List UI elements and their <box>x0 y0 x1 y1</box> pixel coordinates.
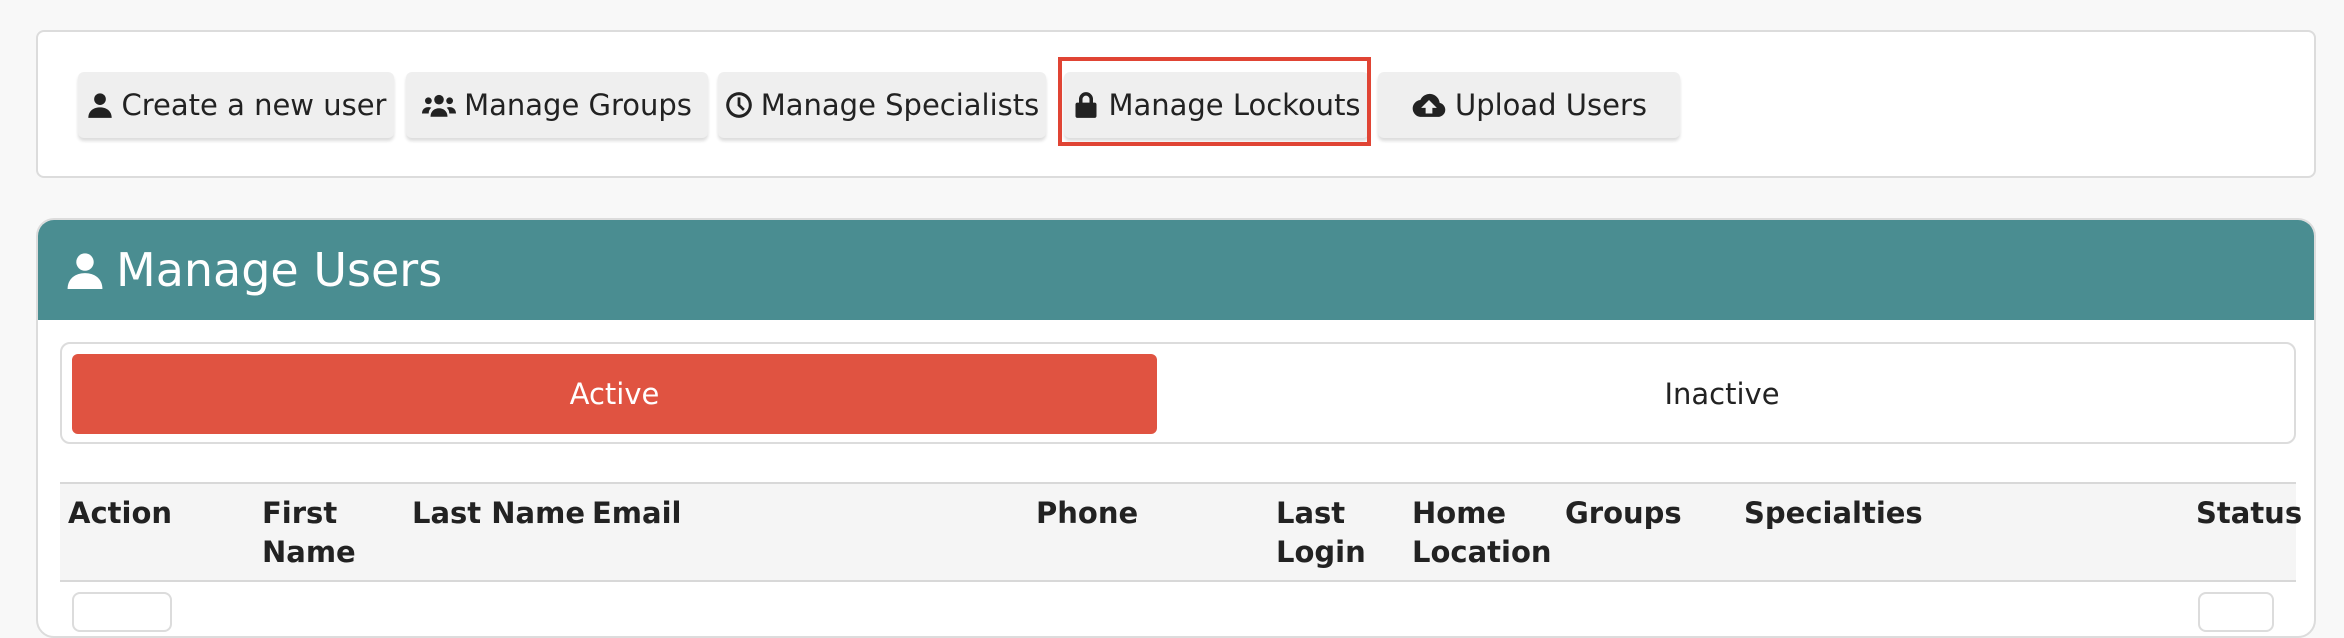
manage-specialists-button[interactable]: Manage Specialists <box>718 72 1046 138</box>
status-tabs: Active Inactive <box>60 342 2296 444</box>
row-status-badge <box>2198 592 2274 632</box>
cloud-upload-icon <box>1412 93 1446 117</box>
page-title: Manage Users <box>116 243 443 297</box>
manage-lockouts-button[interactable]: Manage Lockouts <box>1064 72 1369 138</box>
manage-users-panel: Manage Users Active Inactive Action Firs… <box>36 218 2316 638</box>
user-icon <box>87 93 112 118</box>
toolbar-panel: Create a new user Manage Groups Manage S… <box>36 30 2316 178</box>
users-icon <box>422 94 457 117</box>
users-table-header: Action First Name Last Name Email Phone … <box>60 482 2302 582</box>
column-header-email[interactable]: Email <box>592 494 681 533</box>
panel-header: Manage Users <box>38 220 2314 320</box>
manage-groups-button[interactable]: Manage Groups <box>406 72 708 138</box>
column-header-action[interactable]: Action <box>68 494 172 533</box>
manage-groups-label: Manage Groups <box>464 88 692 122</box>
column-header-phone[interactable]: Phone <box>1036 494 1138 533</box>
column-header-groups[interactable]: Groups <box>1565 494 1682 533</box>
column-header-specialties[interactable]: Specialties <box>1744 494 1923 533</box>
create-user-button[interactable]: Create a new user <box>78 72 394 138</box>
column-header-home-location[interactable]: Home Location <box>1412 494 1552 572</box>
tab-inactive[interactable]: Inactive <box>1157 354 2287 434</box>
row-action-button[interactable] <box>72 592 172 632</box>
user-icon <box>67 253 103 289</box>
manage-specialists-label: Manage Specialists <box>760 88 1040 122</box>
tab-active[interactable]: Active <box>72 354 1157 434</box>
clock-icon <box>725 92 752 118</box>
upload-users-label: Upload Users <box>1454 88 1648 122</box>
lock-icon <box>1075 92 1097 118</box>
column-header-last-name[interactable]: Last Name <box>412 494 585 533</box>
column-header-status[interactable]: Status <box>2196 494 2302 533</box>
create-user-label: Create a new user <box>121 88 387 122</box>
column-header-last-login[interactable]: Last Login <box>1276 494 1376 572</box>
manage-lockouts-label: Manage Lockouts <box>1108 88 1361 122</box>
upload-users-button[interactable]: Upload Users <box>1378 72 1680 138</box>
column-header-first-name[interactable]: First Name <box>262 494 372 572</box>
